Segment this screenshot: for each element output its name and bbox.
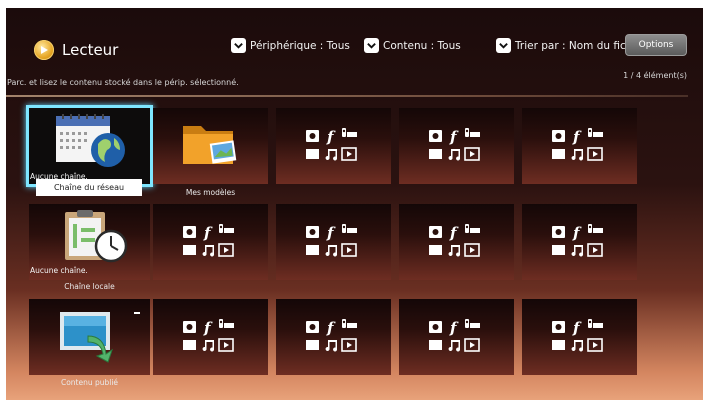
player-screen: Lecteur Périphérique : Tous Contenu : To…	[6, 8, 703, 400]
content-type-icons: f	[179, 221, 239, 263]
local-channel-label: Chaîne locale	[64, 282, 115, 291]
svg-text:f: f	[326, 128, 336, 146]
published-content-icon	[60, 312, 113, 363]
content-type-icons: f	[302, 125, 362, 167]
svg-text:f: f	[572, 224, 582, 242]
svg-text:f: f	[203, 319, 213, 337]
content-type-icons: f	[548, 125, 608, 167]
content-filter-label: Contenu : Tous	[383, 39, 461, 52]
svg-text:f: f	[449, 128, 459, 146]
chevron-down-icon	[364, 38, 379, 53]
chevron-down-icon	[496, 38, 511, 53]
svg-text:f: f	[449, 224, 459, 242]
content-type-icons: f	[179, 316, 239, 358]
content-type-icons: f	[302, 221, 362, 263]
app-title: Lecteur	[34, 40, 118, 60]
svg-text:f: f	[449, 319, 459, 337]
my-templates-label: Mes modèles	[185, 188, 236, 197]
content-type-icons: f	[548, 316, 608, 358]
content-filter[interactable]: Contenu : Tous	[364, 38, 461, 53]
svg-text:f: f	[572, 319, 582, 337]
published-content-label: Contenu publié	[60, 378, 119, 387]
svg-text:f: f	[326, 224, 336, 242]
network-channel-label: Chaîne du réseau	[36, 179, 142, 196]
device-filter-label: Périphérique : Tous	[250, 39, 350, 52]
item-count: 1 / 4 élément(s)	[623, 71, 687, 80]
svg-text:f: f	[203, 224, 213, 242]
options-button[interactable]: Options	[625, 34, 687, 56]
content-type-icons: f	[425, 221, 485, 263]
local-channel-status: Aucune chaîne.	[30, 266, 88, 275]
content-type-icons: f	[548, 221, 608, 263]
tile-indicator	[134, 312, 140, 314]
content-type-icons: f	[425, 125, 485, 167]
player-logo-icon	[34, 40, 54, 60]
sort-filter[interactable]: Trier par : Nom du fichier	[496, 38, 646, 53]
svg-text:f: f	[326, 319, 336, 337]
device-filter[interactable]: Périphérique : Tous	[231, 38, 350, 53]
clipboard-clock-icon	[65, 210, 128, 263]
chevron-down-icon	[231, 38, 246, 53]
subtitle: Parc. et lisez le contenu stocké dans le…	[7, 78, 239, 87]
page-title: Lecteur	[62, 41, 119, 59]
header-divider	[6, 95, 688, 97]
content-type-icons: f	[302, 316, 362, 358]
svg-text:f: f	[572, 128, 582, 146]
folder-image-icon	[183, 126, 237, 164]
content-type-icons: f	[425, 316, 485, 358]
